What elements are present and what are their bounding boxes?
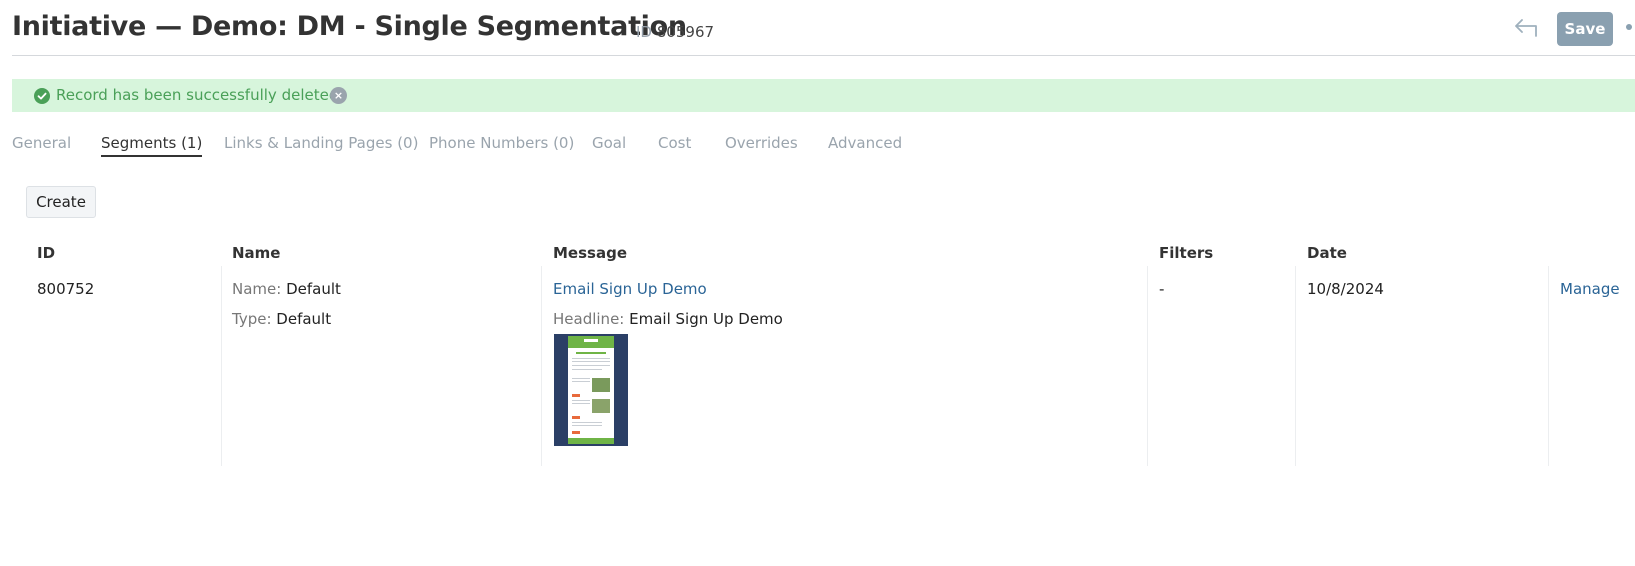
record-id-label: ID bbox=[636, 23, 652, 41]
column-header-id: ID bbox=[37, 244, 56, 262]
tab-goal[interactable]: Goal bbox=[592, 134, 626, 155]
segment-id: 800752 bbox=[37, 280, 95, 298]
create-button[interactable]: Create bbox=[26, 186, 96, 218]
tab-general[interactable]: General bbox=[12, 134, 71, 155]
column-divider bbox=[221, 266, 222, 466]
segment-name: Name: Default bbox=[232, 280, 341, 298]
segment-date: 10/8/2024 bbox=[1307, 280, 1384, 298]
page-header: Initiative — Demo: DM - Single Segmentat… bbox=[12, 0, 1635, 56]
headline-label: Headline: bbox=[553, 310, 625, 328]
type-label: Type: bbox=[232, 310, 272, 328]
tab-segments[interactable]: Segments (1) bbox=[101, 134, 203, 157]
success-alert: Record has been successfully deleted. × bbox=[12, 79, 1635, 112]
column-divider bbox=[1295, 266, 1296, 466]
type-value: Default bbox=[276, 310, 332, 328]
message-link[interactable]: Email Sign Up Demo bbox=[553, 280, 707, 298]
back-arrow-icon[interactable] bbox=[1512, 14, 1544, 42]
manage-link[interactable]: Manage bbox=[1560, 280, 1620, 298]
page-title: Initiative — Demo: DM - Single Segmentat… bbox=[12, 11, 687, 42]
tab-phone-numbers[interactable]: Phone Numbers (0) bbox=[429, 134, 574, 155]
tab-advanced[interactable]: Advanced bbox=[828, 134, 902, 155]
headline-value: Email Sign Up Demo bbox=[629, 310, 783, 328]
close-icon[interactable]: × bbox=[330, 87, 347, 104]
column-header-filters: Filters bbox=[1159, 244, 1214, 262]
email-thumbnail[interactable] bbox=[554, 334, 628, 446]
column-header-date: Date bbox=[1307, 244, 1347, 262]
name-label: Name: bbox=[232, 280, 282, 298]
tab-overrides[interactable]: Overrides bbox=[725, 134, 798, 155]
name-value: Default bbox=[286, 280, 341, 298]
more-options-icon[interactable] bbox=[1626, 24, 1632, 30]
message-headline: Headline: Email Sign Up Demo bbox=[553, 310, 783, 328]
column-header-name: Name bbox=[232, 244, 281, 262]
segment-type: Type: Default bbox=[232, 310, 331, 328]
tab-cost[interactable]: Cost bbox=[658, 134, 691, 155]
column-divider bbox=[1548, 266, 1549, 466]
segment-filters: - bbox=[1159, 280, 1165, 298]
record-id-value: 805967 bbox=[656, 23, 715, 41]
column-divider bbox=[1147, 266, 1148, 466]
alert-message: Record has been successfully deleted. bbox=[56, 86, 344, 104]
check-circle-icon bbox=[34, 88, 50, 104]
column-divider bbox=[541, 266, 542, 466]
save-button[interactable]: Save bbox=[1557, 12, 1613, 46]
column-header-message: Message bbox=[553, 244, 627, 262]
record-id: ID 805967 bbox=[636, 23, 714, 41]
tab-links-landing-pages[interactable]: Links & Landing Pages (0) bbox=[224, 134, 418, 155]
